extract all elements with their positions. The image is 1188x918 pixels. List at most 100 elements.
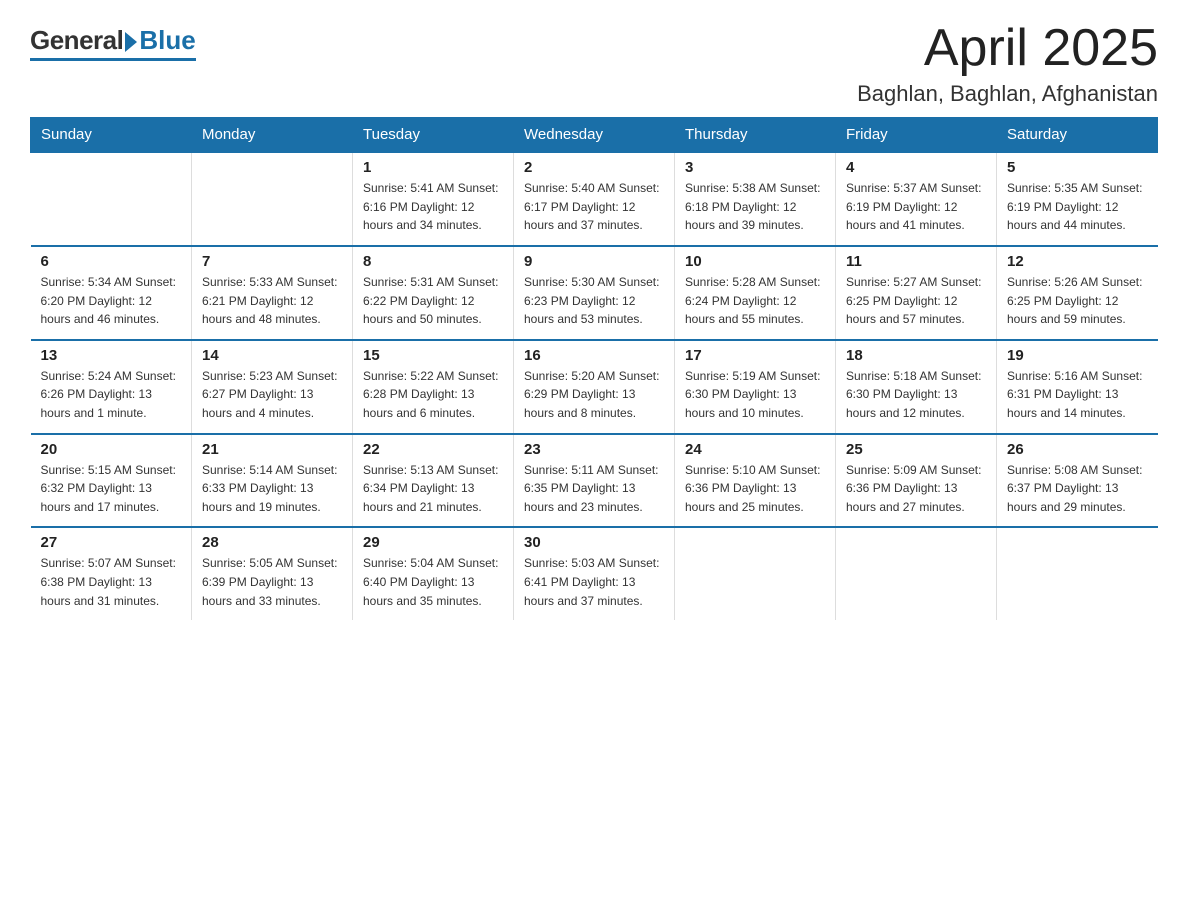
- day-info: Sunrise: 5:30 AM Sunset: 6:23 PM Dayligh…: [524, 273, 664, 329]
- day-number: 29: [363, 534, 503, 551]
- calendar-header-tuesday: Tuesday: [353, 118, 514, 153]
- calendar-week-row: 20 Sunrise: 5:15 AM Sunset: 6:32 PM Dayli…: [31, 434, 1158, 528]
- calendar-cell: 22Sunrise: 5:13 AM Sunset: 6:34 PM Dayli…: [353, 434, 514, 528]
- day-info: Sunrise: 5:26 AM Sunset: 6:25 PM Dayligh…: [1007, 273, 1148, 329]
- calendar-cell: [192, 152, 353, 246]
- calendar-header-saturday: Saturday: [997, 118, 1158, 153]
- day-number: 11: [846, 253, 986, 270]
- day-number: 19: [1007, 347, 1148, 364]
- calendar-header-monday: Monday: [192, 118, 353, 153]
- calendar-header-sunday: Sunday: [31, 118, 192, 153]
- day-info: Sunrise: 5:41 AM Sunset: 6:16 PM Dayligh…: [363, 179, 503, 235]
- calendar-cell: 21 Sunrise: 5:14 AM Sunset: 6:33 PM Dayli…: [192, 434, 353, 528]
- calendar-cell: 2 Sunrise: 5:40 AM Sunset: 6:17 PM Daylig…: [514, 152, 675, 246]
- day-info: Sunrise: 5:22 AM Sunset: 6:28 PM Dayligh…: [363, 367, 503, 423]
- calendar-cell: [675, 527, 836, 620]
- day-number: 18: [846, 347, 986, 364]
- calendar-cell: 28 Sunrise: 5:05 AM Sunset: 6:39 PM Dayli…: [192, 527, 353, 620]
- day-number: 25: [846, 441, 986, 458]
- calendar-cell: [997, 527, 1158, 620]
- calendar-cell: 4 Sunrise: 5:37 AM Sunset: 6:19 PM Daylig…: [836, 152, 997, 246]
- day-info: Sunrise: 5:38 AM Sunset: 6:18 PM Dayligh…: [685, 179, 825, 235]
- day-number: 4: [846, 159, 986, 176]
- day-info: Sunrise: 5:18 AM Sunset: 6:30 PM Dayligh…: [846, 367, 986, 423]
- day-number: 5: [1007, 159, 1148, 176]
- day-number: 30: [524, 534, 664, 551]
- day-info: Sunrise: 5:09 AM Sunset: 6:36 PM Dayligh…: [846, 461, 986, 517]
- day-number: 9: [524, 253, 664, 270]
- calendar-cell: 24Sunrise: 5:10 AM Sunset: 6:36 PM Dayli…: [675, 434, 836, 528]
- calendar-cell: 12 Sunrise: 5:26 AM Sunset: 6:25 PM Dayli…: [997, 246, 1158, 340]
- day-number: 2: [524, 159, 664, 176]
- month-title: April 2025: [857, 20, 1158, 77]
- day-info: Sunrise: 5:14 AM Sunset: 6:33 PM Dayligh…: [202, 461, 342, 517]
- calendar-cell: 9 Sunrise: 5:30 AM Sunset: 6:23 PM Daylig…: [514, 246, 675, 340]
- day-number: 8: [363, 253, 503, 270]
- day-info: Sunrise: 5:08 AM Sunset: 6:37 PM Dayligh…: [1007, 461, 1148, 517]
- day-info: Sunrise: 5:37 AM Sunset: 6:19 PM Dayligh…: [846, 179, 986, 235]
- calendar-cell: [31, 152, 192, 246]
- location-subtitle: Baghlan, Baghlan, Afghanistan: [857, 81, 1158, 107]
- calendar-header-row: SundayMondayTuesdayWednesdayThursdayFrid…: [31, 118, 1158, 153]
- calendar-cell: 7Sunrise: 5:33 AM Sunset: 6:21 PM Daylig…: [192, 246, 353, 340]
- day-info: Sunrise: 5:13 AM Sunset: 6:34 PM Dayligh…: [363, 461, 503, 517]
- day-number: 28: [202, 534, 342, 551]
- day-info: Sunrise: 5:35 AM Sunset: 6:19 PM Dayligh…: [1007, 179, 1148, 235]
- calendar-table: SundayMondayTuesdayWednesdayThursdayFrid…: [30, 117, 1158, 620]
- day-number: 20: [41, 441, 182, 458]
- day-info: Sunrise: 5:11 AM Sunset: 6:35 PM Dayligh…: [524, 461, 664, 517]
- calendar-header-wednesday: Wednesday: [514, 118, 675, 153]
- calendar-cell: 16 Sunrise: 5:20 AM Sunset: 6:29 PM Dayli…: [514, 340, 675, 434]
- calendar-week-row: 1 Sunrise: 5:41 AM Sunset: 6:16 PM Daylig…: [31, 152, 1158, 246]
- day-info: Sunrise: 5:19 AM Sunset: 6:30 PM Dayligh…: [685, 367, 825, 423]
- calendar-cell: 18 Sunrise: 5:18 AM Sunset: 6:30 PM Dayli…: [836, 340, 997, 434]
- calendar-cell: 29 Sunrise: 5:04 AM Sunset: 6:40 PM Dayli…: [353, 527, 514, 620]
- day-info: Sunrise: 5:16 AM Sunset: 6:31 PM Dayligh…: [1007, 367, 1148, 423]
- calendar-cell: 26Sunrise: 5:08 AM Sunset: 6:37 PM Dayli…: [997, 434, 1158, 528]
- calendar-cell: 23 Sunrise: 5:11 AM Sunset: 6:35 PM Dayli…: [514, 434, 675, 528]
- page-header: General Blue April 2025 Baghlan, Baghlan…: [30, 20, 1158, 107]
- day-info: Sunrise: 5:27 AM Sunset: 6:25 PM Dayligh…: [846, 273, 986, 329]
- day-info: Sunrise: 5:15 AM Sunset: 6:32 PM Dayligh…: [41, 461, 182, 517]
- calendar-cell: 3 Sunrise: 5:38 AM Sunset: 6:18 PM Daylig…: [675, 152, 836, 246]
- day-number: 3: [685, 159, 825, 176]
- day-info: Sunrise: 5:05 AM Sunset: 6:39 PM Dayligh…: [202, 554, 342, 610]
- calendar-cell: 10 Sunrise: 5:28 AM Sunset: 6:24 PM Dayli…: [675, 246, 836, 340]
- day-number: 23: [524, 441, 664, 458]
- calendar-cell: 1 Sunrise: 5:41 AM Sunset: 6:16 PM Daylig…: [353, 152, 514, 246]
- day-info: Sunrise: 5:33 AM Sunset: 6:21 PM Dayligh…: [202, 273, 342, 329]
- day-number: 27: [41, 534, 182, 551]
- day-info: Sunrise: 5:04 AM Sunset: 6:40 PM Dayligh…: [363, 554, 503, 610]
- day-info: Sunrise: 5:10 AM Sunset: 6:36 PM Dayligh…: [685, 461, 825, 517]
- calendar-cell: 15 Sunrise: 5:22 AM Sunset: 6:28 PM Dayli…: [353, 340, 514, 434]
- day-info: Sunrise: 5:31 AM Sunset: 6:22 PM Dayligh…: [363, 273, 503, 329]
- calendar-cell: 30Sunrise: 5:03 AM Sunset: 6:41 PM Dayli…: [514, 527, 675, 620]
- calendar-cell: 13Sunrise: 5:24 AM Sunset: 6:26 PM Dayli…: [31, 340, 192, 434]
- calendar-week-row: 13Sunrise: 5:24 AM Sunset: 6:26 PM Dayli…: [31, 340, 1158, 434]
- day-number: 17: [685, 347, 825, 364]
- logo-general-text: General: [30, 25, 123, 56]
- day-info: Sunrise: 5:34 AM Sunset: 6:20 PM Dayligh…: [41, 273, 182, 329]
- calendar-cell: 14Sunrise: 5:23 AM Sunset: 6:27 PM Dayli…: [192, 340, 353, 434]
- calendar-cell: 8 Sunrise: 5:31 AM Sunset: 6:22 PM Daylig…: [353, 246, 514, 340]
- day-number: 12: [1007, 253, 1148, 270]
- day-number: 1: [363, 159, 503, 176]
- day-number: 21: [202, 441, 342, 458]
- day-info: Sunrise: 5:40 AM Sunset: 6:17 PM Dayligh…: [524, 179, 664, 235]
- logo-arrow-icon: [125, 32, 137, 52]
- calendar-cell: 19 Sunrise: 5:16 AM Sunset: 6:31 PM Dayli…: [997, 340, 1158, 434]
- calendar-cell: 11 Sunrise: 5:27 AM Sunset: 6:25 PM Dayli…: [836, 246, 997, 340]
- day-info: Sunrise: 5:28 AM Sunset: 6:24 PM Dayligh…: [685, 273, 825, 329]
- day-info: Sunrise: 5:20 AM Sunset: 6:29 PM Dayligh…: [524, 367, 664, 423]
- logo-underline: [30, 58, 196, 61]
- day-number: 10: [685, 253, 825, 270]
- calendar-cell: 20 Sunrise: 5:15 AM Sunset: 6:32 PM Dayli…: [31, 434, 192, 528]
- calendar-header-friday: Friday: [836, 118, 997, 153]
- calendar-cell: 27 Sunrise: 5:07 AM Sunset: 6:38 PM Dayli…: [31, 527, 192, 620]
- day-number: 16: [524, 347, 664, 364]
- day-number: 13: [41, 347, 182, 364]
- calendar-cell: [836, 527, 997, 620]
- logo-blue-text: Blue: [139, 25, 195, 56]
- day-number: 15: [363, 347, 503, 364]
- day-info: Sunrise: 5:07 AM Sunset: 6:38 PM Dayligh…: [41, 554, 182, 610]
